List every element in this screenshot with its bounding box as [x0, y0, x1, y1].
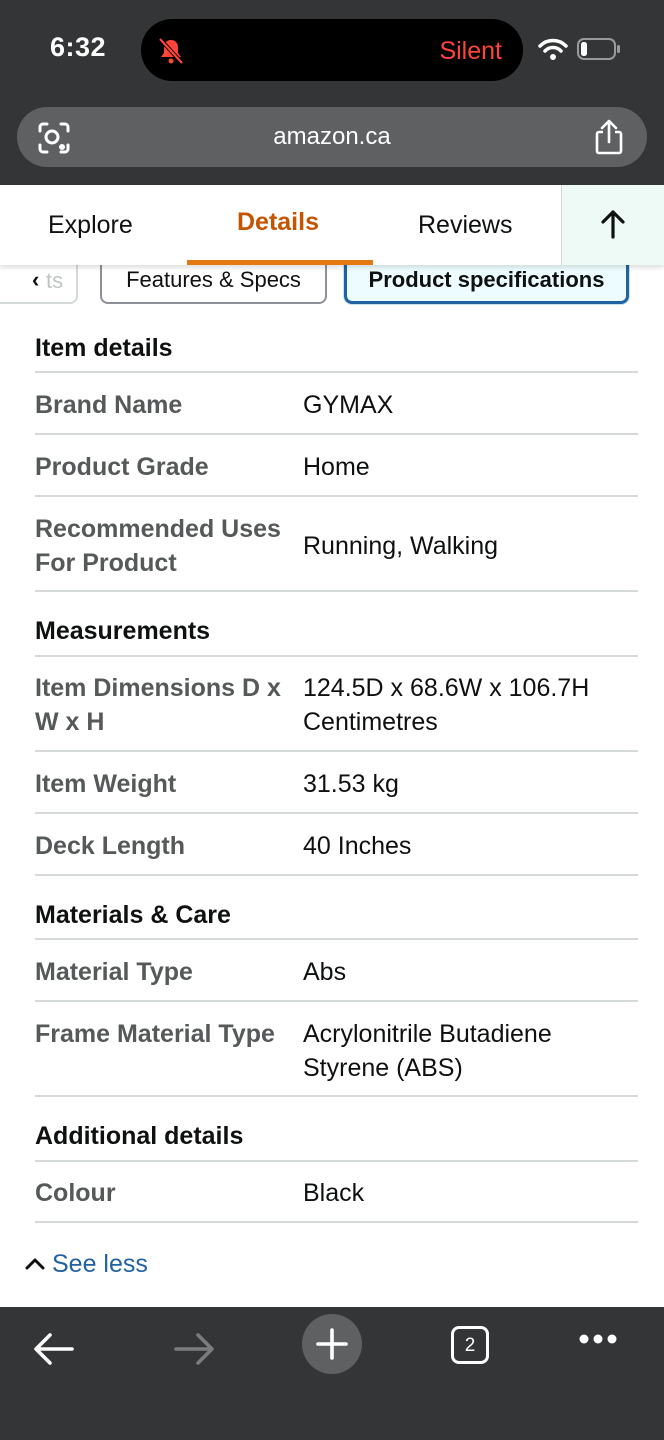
plus-icon — [316, 1328, 348, 1360]
forward-arrow-icon[interactable] — [172, 1329, 216, 1369]
spec-value: 124.5D x 68.6W x 106.7H Centimetres — [303, 674, 590, 736]
section-title: Additional details — [35, 1122, 244, 1150]
spec-value: Abs — [303, 958, 347, 986]
spec-label: Material Type — [35, 958, 193, 986]
browser-top-chrome: 6:32 Silent amazon.ca — [0, 0, 664, 185]
spec-value: GYMAX — [303, 391, 394, 419]
spec-value: Running, Walking — [303, 532, 499, 560]
more-icon[interactable] — [578, 1333, 618, 1345]
divider — [35, 371, 638, 373]
divider — [35, 1160, 638, 1162]
divider — [35, 1221, 638, 1223]
spec-value: Black — [303, 1179, 365, 1207]
active-tab-indicator — [187, 260, 373, 265]
divider — [35, 590, 638, 592]
spec-label: Deck Length — [35, 832, 186, 860]
chevron-left-icon: ‹ — [32, 267, 40, 292]
wifi-icon — [538, 38, 568, 60]
section-title: Item details — [35, 334, 173, 362]
url-text[interactable]: amazon.ca — [17, 123, 647, 151]
spec-label: Item Weight — [35, 770, 177, 798]
see-less-label: See less — [52, 1250, 148, 1278]
battery-icon — [577, 38, 620, 60]
section-title: Materials & Care — [35, 901, 231, 929]
tab-explore[interactable]: Explore — [48, 211, 133, 240]
dynamic-island: Silent — [141, 19, 523, 81]
detail-nav-tabs: Explore Details Reviews — [0, 185, 664, 265]
status-time: 6:32 — [50, 32, 107, 62]
tab-details[interactable]: Details — [237, 208, 319, 237]
tab-count: 2 — [464, 1335, 476, 1356]
spec-label: Recommended Uses For Product — [35, 515, 281, 577]
divider — [35, 938, 638, 940]
chevron-up-icon — [25, 1258, 45, 1270]
spec-value: 40 Inches — [303, 832, 412, 860]
tab-reviews[interactable]: Reviews — [418, 211, 512, 240]
spec-value: 31.53 kg — [303, 770, 399, 798]
divider — [35, 495, 638, 497]
spec-label: Frame Material Type — [35, 1020, 275, 1048]
chip-features-label: Features & Specs — [126, 267, 301, 292]
chip-previous-label: ts — [46, 268, 64, 293]
silent-mode-label: Silent — [439, 37, 502, 65]
browser-bottom-toolbar: 2 — [0, 1307, 664, 1440]
spec-label: Colour — [35, 1179, 116, 1207]
bell-slash-icon — [158, 37, 184, 65]
chip-specs-label: Product specifications — [368, 267, 605, 292]
divider — [35, 1000, 638, 1002]
share-icon[interactable] — [593, 119, 625, 155]
see-less-link[interactable]: See less — [24, 1250, 148, 1279]
back-to-top-button[interactable] — [561, 185, 664, 265]
divider — [35, 433, 638, 435]
spec-label: Product Grade — [35, 453, 209, 481]
back-arrow-icon[interactable] — [32, 1329, 76, 1369]
address-bar[interactable]: amazon.ca — [17, 107, 647, 167]
spec-value: Home — [303, 453, 370, 481]
divider — [35, 1095, 638, 1097]
arrow-up-icon — [601, 210, 625, 239]
spec-label: Brand Name — [35, 391, 183, 419]
divider — [35, 812, 638, 814]
divider — [35, 655, 638, 657]
tabs-button[interactable]: 2 — [451, 1326, 489, 1364]
divider — [35, 750, 638, 752]
divider — [35, 874, 638, 876]
section-title: Measurements — [35, 617, 211, 645]
new-tab-button[interactable] — [302, 1314, 362, 1374]
spec-label: Item Dimensions D x W x H — [35, 674, 281, 736]
spec-value: Acrylonitrile Butadiene Styrene (ABS) — [303, 1020, 552, 1082]
